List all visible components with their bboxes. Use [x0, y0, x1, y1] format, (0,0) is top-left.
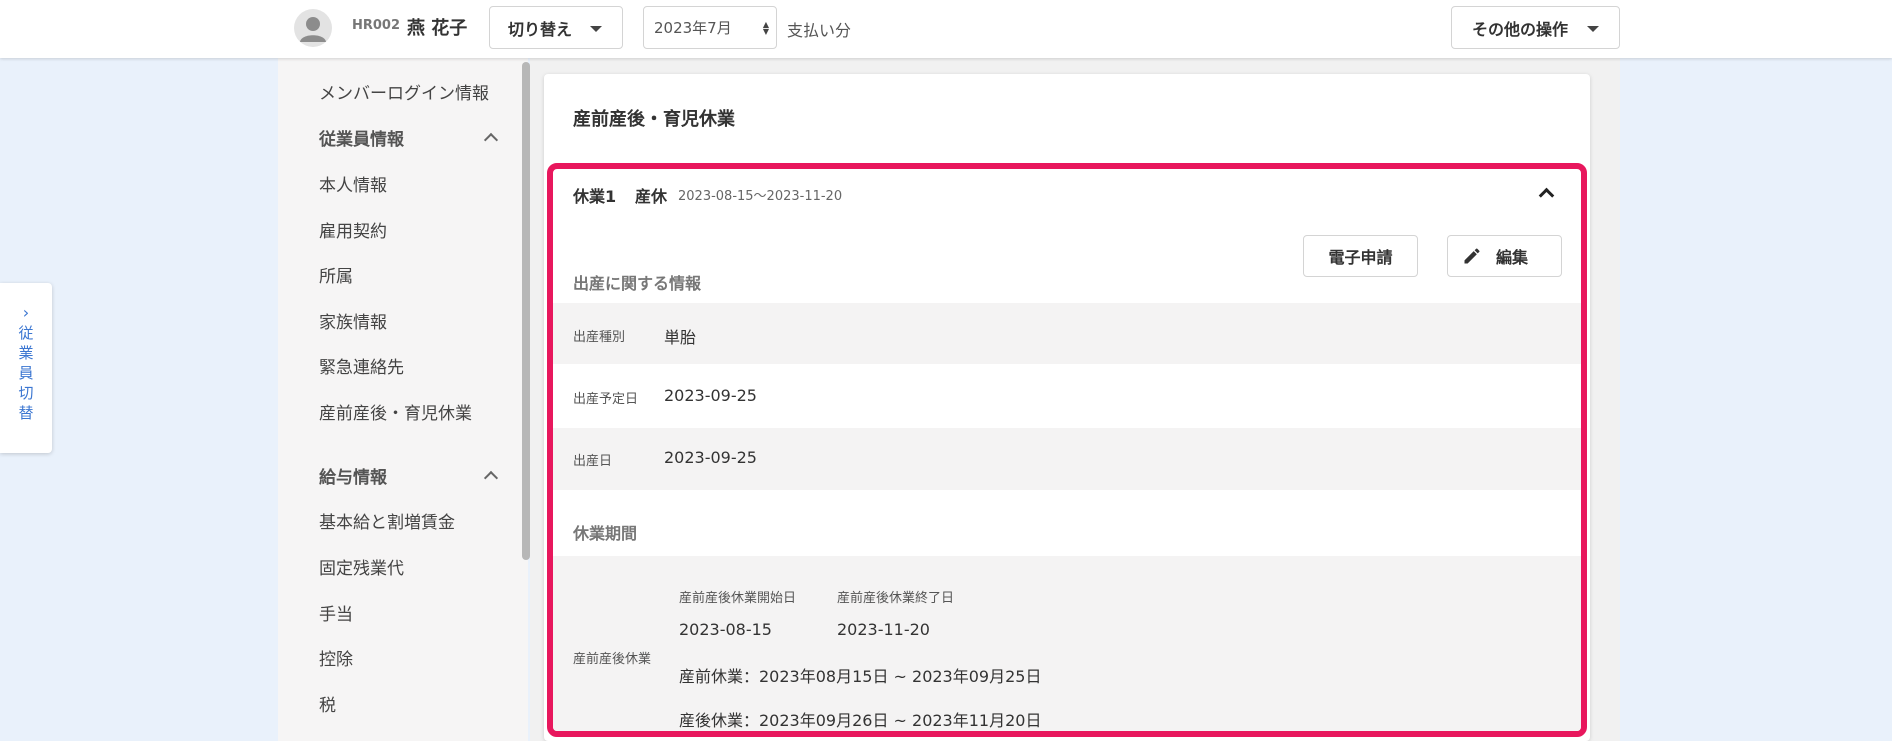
- sidebar-nav: メンバーログイン情報 従業員情報 本人情報 雇用契約 所属 家族情報 緊急連絡先…: [278, 58, 528, 741]
- sidebar-item-contract[interactable]: 雇用契約: [319, 217, 387, 242]
- select-arrows-icon: ▲ ▼: [762, 20, 769, 36]
- end-date-label: 産前産後休業終了日: [837, 591, 955, 606]
- sidebar-item-tax[interactable]: 税: [319, 691, 336, 716]
- leave-title: 休業1: [573, 187, 617, 206]
- birth-type-label: 出産種別: [573, 330, 626, 345]
- panel-char: 従: [18, 324, 34, 342]
- end-date-value: 2023-11-20: [837, 620, 930, 639]
- employee-name: 燕 花子: [407, 18, 468, 39]
- sidebar-item-base-salary[interactable]: 基本給と割増賃金: [319, 508, 455, 533]
- panel-char: 業: [18, 344, 34, 362]
- switch-employee-label: 切り替え: [508, 19, 573, 39]
- switch-employee-button[interactable]: 切り替え: [489, 6, 623, 49]
- edit-label: 編集: [1496, 248, 1529, 267]
- start-date-label: 産前産後休業開始日: [679, 591, 797, 606]
- sidebar-item-family[interactable]: 家族情報: [319, 308, 387, 333]
- birth-date-label: 出産日: [573, 454, 613, 469]
- sidebar-item-personal[interactable]: 本人情報: [319, 171, 387, 196]
- chevron-up-icon[interactable]: [483, 470, 499, 486]
- pencil-icon: [1464, 248, 1480, 264]
- chevron-up-icon[interactable]: [483, 132, 499, 148]
- chevron-up-icon[interactable]: [1538, 187, 1555, 204]
- leave-type: 産休: [635, 187, 668, 206]
- sidebar-item-deduction[interactable]: 控除: [319, 645, 353, 670]
- caret-down-icon: [1587, 26, 1599, 32]
- sidebar-item-member-login[interactable]: メンバーログイン情報: [319, 79, 489, 104]
- e-application-button[interactable]: 電子申請: [1303, 235, 1418, 277]
- birth-date-value: 2023-09-25: [664, 448, 757, 467]
- birth-type-value: 単胎: [664, 328, 697, 347]
- leave-range: 2023-08-15〜2023-11-20: [678, 189, 843, 204]
- leave-detail-section: 休業1 産休 2023-08-15〜2023-11-20 電子申請 編集 出産に…: [547, 163, 1587, 737]
- e-application-label: 電子申請: [1328, 248, 1393, 267]
- panel-char: 員: [18, 364, 34, 382]
- employee-switch-panel[interactable]: › 従 業 員 切 替: [0, 283, 52, 453]
- user-avatar-icon: [294, 9, 332, 47]
- chevron-right-icon: ›: [22, 303, 30, 322]
- payment-month-select[interactable]: 2023年7月 ▲ ▼: [643, 6, 777, 49]
- due-date-label: 出産予定日: [573, 392, 639, 407]
- caret-down-icon: [590, 26, 602, 32]
- maternity-leave-label: 産前産後休業: [573, 652, 652, 667]
- postnatal-leave-period: 産後休業：2023年09月26日 ~ 2023年11月20日: [679, 711, 1042, 730]
- prenatal-leave-period: 産前休業：2023年08月15日 ~ 2023年09月25日: [679, 667, 1042, 686]
- panel-char: 替: [18, 404, 34, 422]
- sidebar-item-fixed-overtime[interactable]: 固定残業代: [319, 554, 404, 579]
- payment-month-value: 2023年7月: [654, 19, 732, 37]
- leave-period-title: 休業期間: [573, 524, 638, 543]
- birth-section-title: 出産に関する情報: [573, 274, 702, 293]
- payment-label: 支払い分: [787, 21, 852, 40]
- sidebar-item-department[interactable]: 所属: [319, 262, 353, 287]
- page-title: 産前産後・育児休業: [573, 109, 735, 130]
- top-bar: HR002 燕 花子 切り替え 2023年7月 ▲ ▼ 支払い分 その他の操作: [0, 0, 1892, 58]
- sidebar-item-leave[interactable]: 産前産後・育児休業: [319, 399, 472, 424]
- sidebar-group-employee[interactable]: 従業員情報: [319, 125, 404, 150]
- panel-char: 切: [18, 384, 34, 402]
- employee-code: HR002: [352, 18, 401, 33]
- sidebar-scrollbar[interactable]: [522, 62, 530, 560]
- other-actions-label: その他の操作: [1472, 19, 1569, 39]
- sidebar-group-salary[interactable]: 給与情報: [319, 463, 387, 488]
- sidebar-item-allowance[interactable]: 手当: [319, 600, 353, 625]
- other-actions-button[interactable]: その他の操作: [1451, 6, 1620, 49]
- row-background: [553, 303, 1581, 364]
- due-date-value: 2023-09-25: [664, 386, 757, 405]
- sidebar-item-emergency[interactable]: 緊急連絡先: [319, 353, 404, 378]
- edit-button[interactable]: 編集: [1447, 235, 1562, 277]
- start-date-value: 2023-08-15: [679, 620, 772, 639]
